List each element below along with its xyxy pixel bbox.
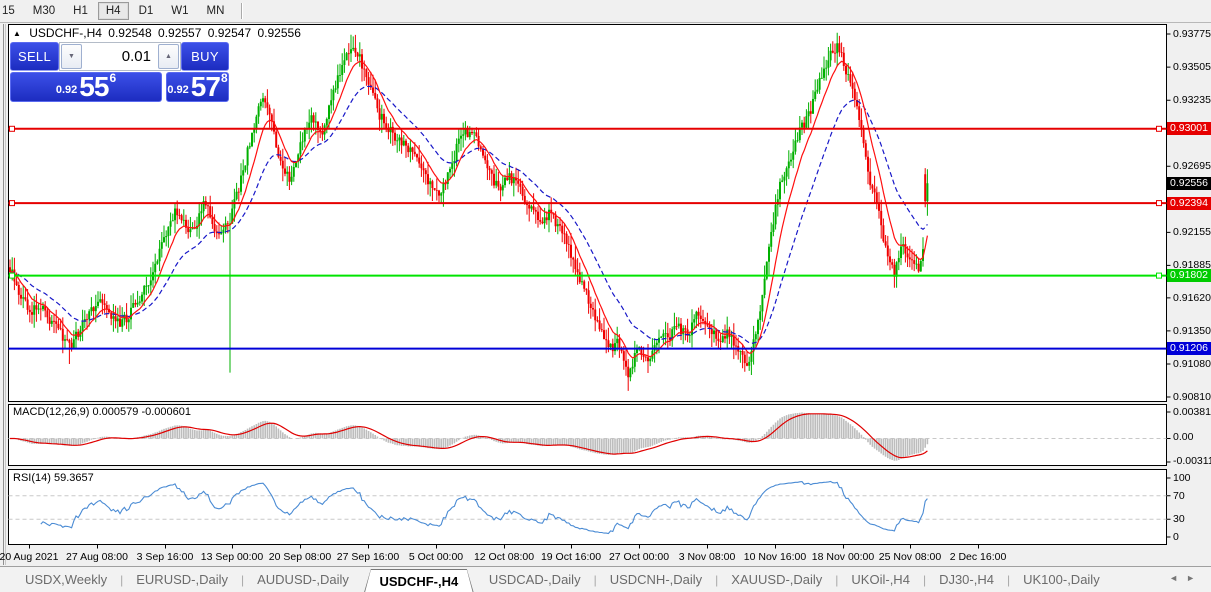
sell-price-int: 0.92 bbox=[55, 84, 78, 96]
macd-tick-label: 0.003811 bbox=[1173, 406, 1211, 418]
price-badge-0.91206: 0.91206 bbox=[1167, 342, 1211, 356]
price-tick-label: 0.92695 bbox=[1173, 160, 1211, 173]
level-handle-right[interactable] bbox=[1156, 200, 1162, 207]
rsi-tick-label: 100 bbox=[1173, 472, 1191, 484]
tab-USDCAD-,Daily[interactable]: USDCAD-,Daily bbox=[476, 568, 594, 592]
price-tick-label: 0.90810 bbox=[1173, 391, 1211, 404]
buy-button[interactable]: BUY bbox=[181, 42, 229, 71]
date-tick-label: 10 Nov 16:00 bbox=[743, 551, 807, 563]
date-tick-label: 25 Nov 08:00 bbox=[878, 551, 942, 563]
tab-USDCNH-,Daily[interactable]: USDCNH-,Daily bbox=[597, 568, 715, 592]
volume-increase-button[interactable]: ▲ bbox=[158, 44, 179, 69]
date-tick-label: 20 Sep 08:00 bbox=[268, 551, 332, 563]
date-tick-label: 27 Oct 00:00 bbox=[608, 551, 670, 563]
tab-label: USDCHF-,H4 bbox=[365, 570, 473, 592]
buy-price-big: 57 bbox=[190, 71, 221, 102]
tab-UKOil-,H4[interactable]: UKOil-,H4 bbox=[838, 568, 923, 592]
quote-open: 0.92548 bbox=[108, 26, 152, 40]
price-tick-label: 0.93505 bbox=[1173, 61, 1211, 74]
terminal-window: 15 M30 H1 H4 D1 W1 MN ▲ USDCHF-,H4 0.92548 0.9… bbox=[0, 0, 1211, 592]
level-handle-right[interactable] bbox=[1156, 272, 1162, 279]
rsi-value: 59.3657 bbox=[53, 472, 94, 484]
volume-spinner: ▼ ▲ bbox=[59, 42, 181, 71]
level-handle-right[interactable] bbox=[1156, 125, 1162, 132]
date-tick-label: 2 Dec 16:00 bbox=[949, 551, 1007, 563]
level-handle-left[interactable] bbox=[9, 272, 15, 279]
sell-price-display[interactable]: 0.92 55 6 bbox=[10, 71, 162, 102]
buy-price-display[interactable]: 0.92 57 8 bbox=[166, 71, 229, 102]
price-tick-label: 0.92155 bbox=[1173, 226, 1211, 239]
chevron-down-icon: ▼ bbox=[68, 53, 75, 60]
rsi-tick-label: 0 bbox=[1173, 531, 1179, 543]
macd-value-signal: -0.000601 bbox=[141, 406, 191, 418]
date-tick-label: 13 Sep 00:00 bbox=[200, 551, 264, 563]
sell-button-label: SELL bbox=[17, 49, 51, 64]
collapse-panel-icon[interactable]: ▲ bbox=[13, 29, 21, 38]
sell-price-big: 55 bbox=[79, 71, 109, 102]
buy-price-pip: 8 bbox=[220, 71, 228, 85]
quote-close: 0.92556 bbox=[257, 26, 301, 40]
macd-label: MACD(12,26,9) 0.000579 -0.000601 bbox=[13, 406, 191, 418]
sell-price-pip: 6 bbox=[109, 71, 117, 85]
level-handle-left[interactable] bbox=[9, 125, 15, 132]
price-tick-label: 0.93235 bbox=[1173, 94, 1211, 107]
date-tick-label: 19 Oct 16:00 bbox=[540, 551, 602, 563]
price-tick-label: 0.91620 bbox=[1173, 291, 1211, 304]
date-tick-label: 27 Sep 16:00 bbox=[336, 551, 400, 563]
tab-scroll-arrows: ◄► bbox=[1169, 573, 1203, 583]
tab-USDX,Weekly[interactable]: USDX,Weekly bbox=[12, 568, 120, 592]
tab-scroll-right-icon[interactable]: ► bbox=[1186, 573, 1203, 583]
buy-button-label: BUY bbox=[191, 49, 219, 64]
date-tick-label: 12 Oct 08:00 bbox=[473, 551, 535, 563]
volume-input[interactable] bbox=[83, 43, 157, 70]
quote-low: 0.92547 bbox=[207, 26, 252, 40]
date-tick-label: 5 Oct 00:00 bbox=[408, 551, 464, 563]
price-tick-label: 0.91080 bbox=[1173, 357, 1211, 370]
price-badge-0.93001: 0.93001 bbox=[1167, 122, 1211, 136]
tab-USDCHF-,H4[interactable]: USDCHF-,H4 bbox=[364, 569, 474, 592]
price-tick-label: 0.93775 bbox=[1173, 28, 1211, 41]
sell-button[interactable]: SELL bbox=[10, 42, 59, 71]
chart-tabbar: USDX,Weekly | EURUSD-,Daily | AUDUSD-,Daily U… bbox=[0, 566, 1211, 592]
macd-tick-label: 0.00 bbox=[1173, 431, 1194, 443]
date-tick-label: 27 Aug 08:00 bbox=[66, 551, 128, 563]
macd-tick-label: -0.003115 bbox=[1173, 455, 1211, 467]
date-tick-label: 18 Nov 00:00 bbox=[811, 551, 875, 563]
price-tick-label: 0.91350 bbox=[1173, 324, 1211, 337]
tab-AUDUSD-,Daily[interactable]: AUDUSD-,Daily bbox=[244, 568, 362, 592]
one-click-trade-panel: SELL ▼ ▲ BUY 0.92 55 6 0.92 57 8 bbox=[10, 42, 229, 102]
chevron-up-icon: ▲ bbox=[165, 53, 172, 60]
tab-XAUUSD-,Daily[interactable]: XAUUSD-,Daily bbox=[718, 568, 835, 592]
quote-high: 0.92557 bbox=[158, 26, 202, 40]
price-badge-0.91802: 0.91802 bbox=[1167, 269, 1211, 283]
date-tick-label: 3 Nov 08:00 bbox=[678, 551, 736, 563]
rsi-tick-label: 70 bbox=[1173, 489, 1185, 502]
volume-decrease-button[interactable]: ▼ bbox=[61, 44, 82, 69]
level-handle-left[interactable] bbox=[9, 200, 15, 207]
chart-symbol-title: USDCHF-,H4 bbox=[29, 26, 102, 40]
tab-UK100-,Daily[interactable]: UK100-,Daily bbox=[1010, 568, 1113, 592]
rsi-tick-label: 30 bbox=[1173, 513, 1185, 526]
chart-header: ▲ USDCHF-,H4 0.92548 0.92557 0.92547 0.9… bbox=[13, 26, 304, 40]
rsi-label: RSI(14) 59.3657 bbox=[13, 472, 94, 484]
date-tick-label: 3 Sep 16:00 bbox=[136, 551, 194, 563]
date-tick-label: 20 Aug 2021 bbox=[0, 551, 59, 563]
tab-EURUSD-,Daily[interactable]: EURUSD-,Daily bbox=[123, 568, 241, 592]
price-badge-0.92394: 0.92394 bbox=[1167, 196, 1211, 210]
macd-value-main: 0.000579 bbox=[92, 406, 139, 418]
tab-scroll-left-icon[interactable]: ◄ bbox=[1169, 573, 1186, 583]
tab-DJ30-,H4[interactable]: DJ30-,H4 bbox=[926, 568, 1007, 592]
price-badge-0.92556: 0.92556 bbox=[1167, 176, 1211, 190]
buy-price-int: 0.92 bbox=[167, 84, 189, 96]
